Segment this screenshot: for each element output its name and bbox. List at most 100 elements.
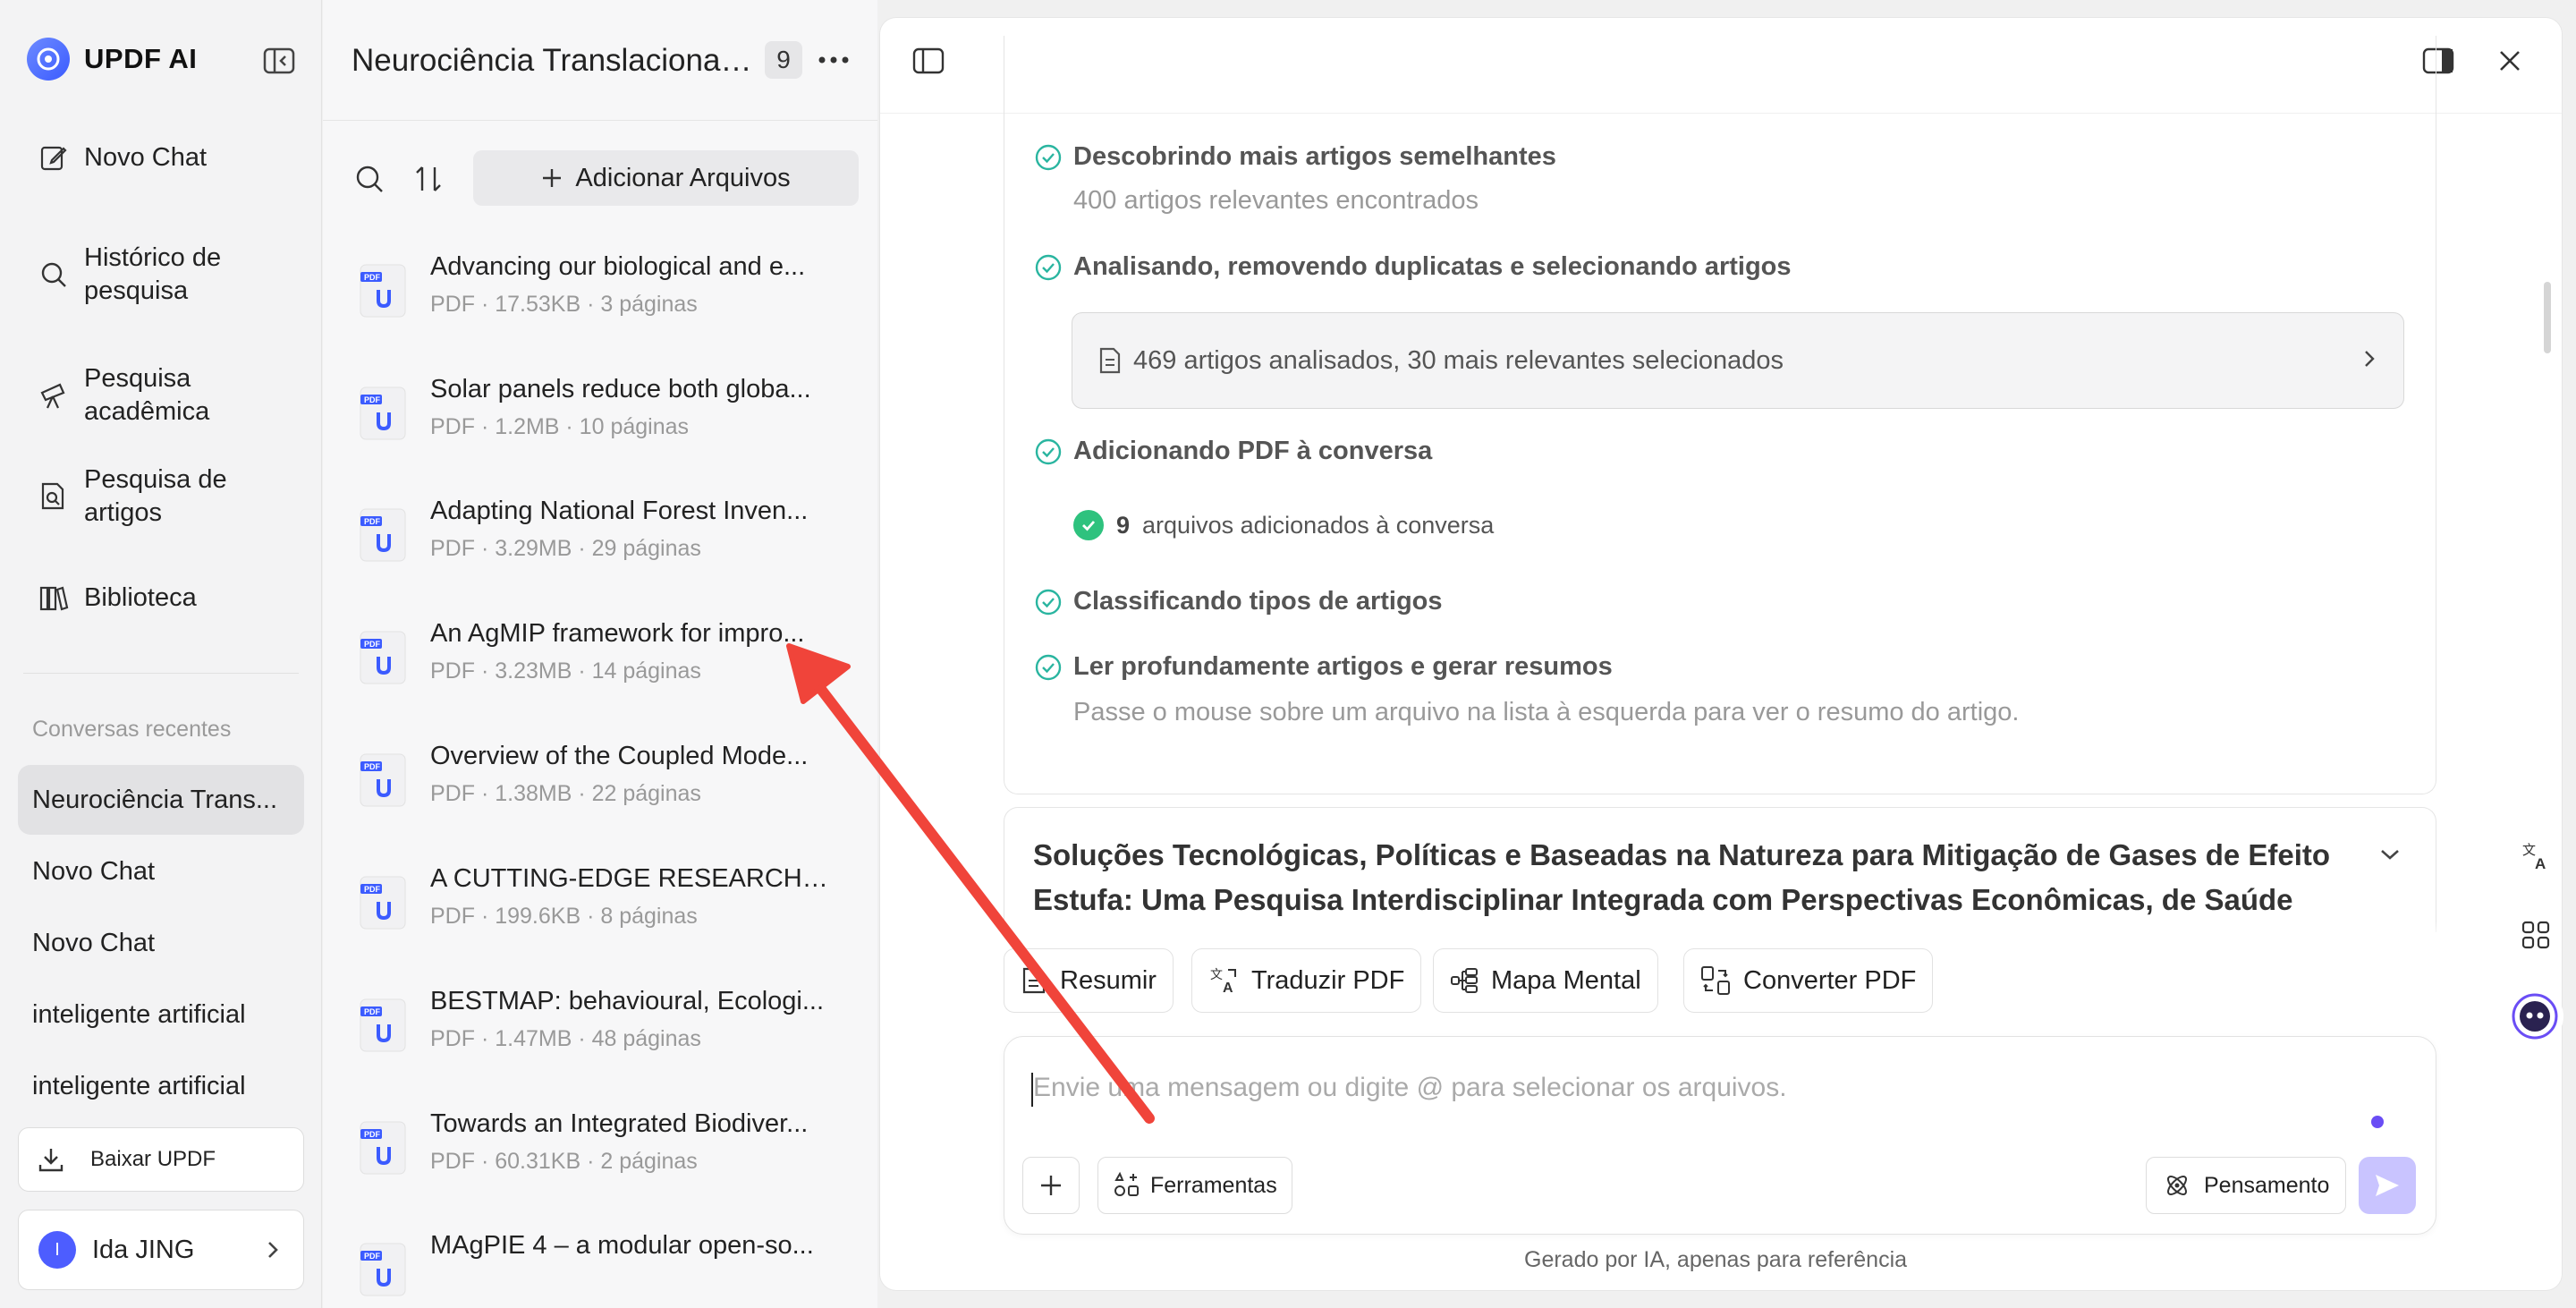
file-list-item[interactable]: PDF Overview of the Coupled Mode... PDF · …: [359, 738, 860, 837]
translate-icon[interactable]: 文A: [2510, 830, 2562, 882]
step-title: Analisando, removendo duplicatas e selec…: [1073, 252, 1792, 281]
summarize-icon: [1021, 966, 1047, 995]
app-name: UPDF AI: [84, 43, 198, 74]
attach-plus-button[interactable]: [1022, 1157, 1080, 1214]
avatar: I: [38, 1231, 76, 1269]
check-circle-icon: [1035, 589, 1062, 615]
translate-pdf-button[interactable]: 文A Traduzir PDF: [1191, 948, 1422, 1013]
conversation-title: Neurociência Translacional ...: [352, 43, 754, 78]
send-button[interactable]: [2359, 1157, 2416, 1214]
user-profile-button[interactable]: I Ida JING: [18, 1210, 304, 1290]
more-options-icon[interactable]: [815, 41, 852, 79]
atom-icon: [2163, 1171, 2191, 1200]
nav-new-chat[interactable]: Novo Chat: [18, 140, 304, 175]
file-list-item[interactable]: PDF BESTMAP: behavioural, Ecologi... PDF ·…: [359, 983, 860, 1082]
mind-map-button[interactable]: Mapa Mental: [1433, 948, 1658, 1013]
add-files-label: Adicionar Arquivos: [575, 163, 791, 192]
pdf-file-icon: PDF: [359, 630, 409, 685]
recent-chat-item[interactable]: Novo Chat: [18, 908, 304, 978]
file-meta: PDF · 3.23MB · 14 páginas: [430, 658, 701, 684]
download-updf-button[interactable]: Baixar UPDF: [18, 1127, 304, 1192]
files-added-status: 9 arquivos adicionados à conversa: [1073, 510, 1494, 540]
chevron-right-icon: [264, 1237, 282, 1262]
svg-text:文: 文: [2522, 843, 2536, 858]
sort-icon[interactable]: [409, 159, 448, 199]
nav-article-search[interactable]: Pesquisa de artigos: [18, 463, 304, 530]
file-name: Advancing our biological and e...: [430, 252, 806, 281]
nav-library[interactable]: Biblioteca: [18, 580, 304, 616]
fade-overlay: [970, 922, 2472, 939]
ai-assistant-icon[interactable]: [2506, 988, 2563, 1045]
recent-chat-item[interactable]: inteligente artificial: [18, 980, 304, 1049]
toggle-panel-icon[interactable]: [907, 39, 950, 82]
step-item: Descobrindo mais artigos semelhantes: [1034, 142, 1556, 172]
library-icon: [36, 580, 72, 616]
file-list-item[interactable]: PDF An AgMIP framework for impro... PDF · …: [359, 616, 860, 714]
doc-search-icon: [36, 479, 72, 514]
add-files-button[interactable]: Adicionar Arquivos: [473, 150, 859, 206]
summarize-button[interactable]: Resumir: [1004, 948, 1174, 1013]
search-icon: [36, 257, 72, 293]
action-label: Converter PDF: [1743, 965, 1917, 995]
file-list-item[interactable]: PDF Solar panels reduce both globa... PDF …: [359, 371, 860, 470]
sidebar: UPDF AI Novo Chat Histórico de pesquisa …: [0, 0, 322, 1308]
svg-text:PDF: PDF: [364, 885, 381, 894]
file-list-item[interactable]: PDF MAgPIE 4 – a modular open-so...: [359, 1227, 860, 1308]
file-list-item[interactable]: PDF A CUTTING-EDGE RESEARCH O... PDF · 199…: [359, 861, 860, 959]
recent-chat-item[interactable]: inteligente artificial: [18, 1051, 304, 1121]
apps-grid-icon[interactable]: [2510, 909, 2562, 961]
tools-icon: [1113, 1171, 1141, 1200]
nav-search-history[interactable]: Histórico de pesquisa: [18, 242, 304, 308]
file-list-item[interactable]: PDF Adapting National Forest Inven... PDF …: [359, 493, 860, 591]
action-label: Resumir: [1060, 965, 1157, 995]
collapse-sidebar-icon[interactable]: [261, 43, 297, 79]
user-name: Ida JING: [92, 1235, 195, 1264]
convert-pdf-button[interactable]: Converter PDF: [1683, 948, 1934, 1013]
file-meta: PDF · 1.38MB · 22 páginas: [430, 781, 701, 806]
pdf-file-icon: PDF: [359, 263, 409, 319]
success-check-icon: [1073, 510, 1104, 540]
message-input-box[interactable]: Envie uma mensagem ou digite @ para sele…: [1004, 1036, 2436, 1235]
pdf-file-icon: PDF: [359, 1242, 409, 1297]
research-summary-card[interactable]: Soluções Tecnológicas, Políticas e Basea…: [1004, 807, 2436, 932]
added-text: arquivos adicionados à conversa: [1142, 511, 1495, 539]
translate-icon: 文A: [1208, 966, 1239, 995]
step-title: Descobrindo mais artigos semelhantes: [1073, 142, 1556, 171]
svg-text:A: A: [2535, 855, 2546, 872]
thinking-toggle[interactable]: Pensamento: [2146, 1157, 2347, 1214]
file-list-item[interactable]: PDF Towards an Integrated Biodiver... PDF …: [359, 1106, 860, 1204]
step-title: Classificando tipos de artigos: [1073, 587, 1443, 616]
file-list-item[interactable]: PDF Advancing our biological and e... PDF …: [359, 249, 860, 347]
files-panel: Neurociência Translacional ... 9 Adicion…: [323, 0, 877, 1308]
close-icon[interactable]: [2488, 39, 2531, 82]
svg-text:A: A: [1223, 981, 1233, 995]
plus-icon: [1041, 1176, 1061, 1195]
file-meta: PDF · 199.6KB · 8 páginas: [430, 904, 698, 929]
recent-chat-item[interactable]: Neurociência Trans...: [18, 765, 304, 835]
check-circle-icon: [1035, 654, 1062, 680]
recent-chat-item[interactable]: Novo Chat: [18, 837, 304, 906]
document-icon: [1097, 347, 1123, 374]
analyzed-articles-expander[interactable]: 469 artigos analisados, 30 mais relevant…: [1072, 312, 2404, 409]
file-meta: PDF · 1.47MB · 48 páginas: [430, 1026, 701, 1051]
nav-label: Pesquisa de artigos: [84, 465, 227, 527]
pdf-file-icon: PDF: [359, 752, 409, 808]
tools-button[interactable]: Ferramentas: [1097, 1157, 1292, 1214]
svg-text:PDF: PDF: [364, 517, 381, 526]
message-input[interactable]: Envie uma mensagem ou digite @ para sele…: [1033, 1073, 1787, 1103]
pdf-file-icon: PDF: [359, 386, 409, 441]
file-name: BESTMAP: behavioural, Ecologi...: [430, 987, 825, 1015]
research-title: Soluções Tecnológicas, Políticas e Basea…: [1033, 838, 2331, 916]
chevron-down-icon[interactable]: [2378, 847, 2402, 862]
file-name: Solar panels reduce both globa...: [430, 375, 811, 403]
svg-text:PDF: PDF: [364, 640, 381, 649]
updf-logo-icon: [27, 38, 70, 81]
search-icon[interactable]: [350, 159, 389, 199]
pdf-file-icon: PDF: [359, 1120, 409, 1176]
nav-label: Biblioteca: [84, 582, 197, 612]
scrollbar[interactable]: [2544, 282, 2551, 353]
ai-disclaimer: Gerado por IA, apenas para referência: [1524, 1247, 1908, 1272]
nav-academic-research[interactable]: Pesquisa acadêmica: [18, 362, 304, 429]
svg-text:PDF: PDF: [364, 1007, 381, 1016]
file-name: A CUTTING-EDGE RESEARCH O...: [430, 864, 833, 893]
